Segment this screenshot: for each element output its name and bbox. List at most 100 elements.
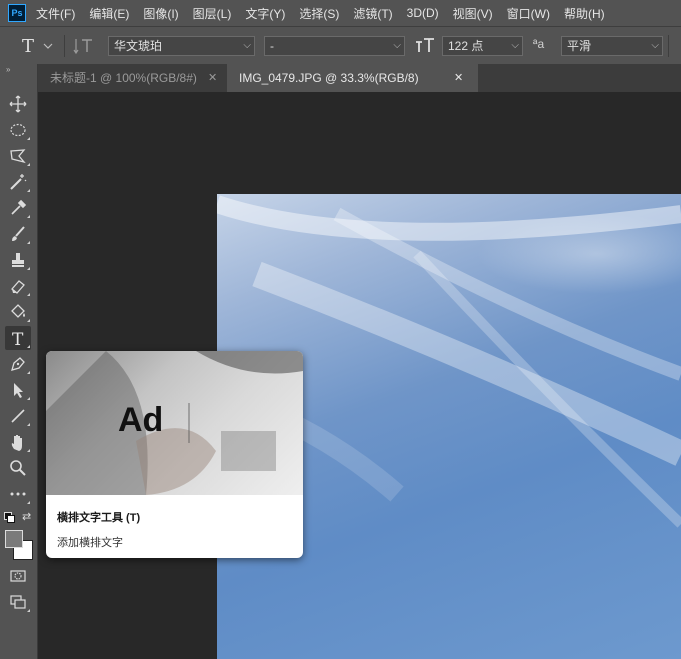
document-tab-bar: 未标题-1 @ 100%(RGB/8#) ✕ IMG_0479.JPG @ 33… (38, 64, 681, 92)
menu-type[interactable]: 文字(Y) (245, 5, 285, 22)
swap-colors-icon[interactable]: ⇄ (22, 510, 31, 523)
marquee-tool[interactable] (5, 118, 31, 142)
path-selection-tool[interactable] (5, 378, 31, 402)
tool-tooltip: Ad 横排文字工具 (T) 添加横排文字 (46, 351, 303, 558)
pen-tool[interactable] (5, 352, 31, 376)
elliptical-marquee-icon (10, 123, 26, 137)
default-colors-icon[interactable] (4, 512, 15, 523)
font-size-icon (414, 36, 436, 59)
paint-bucket-tool[interactable] (5, 300, 31, 324)
chevron-down-icon: ⌵ (651, 40, 659, 51)
line-tool[interactable] (5, 404, 31, 428)
move-icon (9, 95, 27, 113)
tooltip-title: 横排文字工具 (T) (57, 512, 141, 524)
separator (64, 35, 65, 57)
menu-view[interactable]: 视图(V) (453, 5, 493, 22)
chevron-down-icon: ⌵ (243, 40, 251, 51)
magic-wand-tool[interactable] (5, 170, 31, 194)
clone-stamp-icon (12, 253, 24, 267)
more-icon (10, 492, 26, 496)
zoom-icon (10, 460, 26, 476)
quick-mask-icon (10, 570, 26, 582)
screen-mode-icon (10, 595, 26, 609)
menu-select[interactable]: 选择(S) (299, 5, 339, 22)
more-tools-corner (27, 345, 30, 348)
stamp-tool[interactable] (5, 248, 31, 272)
more-tools-corner (27, 449, 30, 452)
eraser-icon (11, 280, 25, 294)
brush-tool[interactable] (5, 222, 31, 246)
screen-mode-button[interactable] (5, 590, 31, 614)
tools-panel: » T ⇄ (0, 64, 38, 659)
tab-label: IMG_0479.JPG @ 33.3%(RGB/8) (239, 71, 419, 85)
font-family-select[interactable]: 华文琥珀 ⌵ (108, 36, 255, 56)
menu-window[interactable]: 窗口(W) (507, 5, 550, 22)
chevron-down-icon: ⌵ (511, 40, 519, 51)
type-tool-preset-icon: T (22, 36, 53, 57)
tab-img-0479[interactable]: IMG_0479.JPG @ 33.3%(RGB/8) ✕ (227, 64, 478, 92)
close-icon[interactable]: ✕ (454, 64, 463, 92)
tooltip-sample-text: Ad (118, 401, 164, 439)
move-tool[interactable] (5, 92, 31, 116)
options-bar: T 华文琥珀 ⌵ - ⌵ 122 点 ⌵ ªa 平滑 ⌵ (0, 26, 681, 64)
hand-icon (11, 435, 22, 451)
font-size-select[interactable]: 122 点 ⌵ (442, 36, 523, 56)
hand-tool[interactable] (5, 430, 31, 454)
paint-bucket-icon (11, 304, 25, 318)
more-tools-corner (27, 163, 30, 166)
menu-bar: Ps 文件(F) 编辑(E) 图像(I) 图层(L) 文字(Y) 选择(S) 滤… (0, 0, 681, 26)
font-family-value: 华文琥珀 (114, 39, 163, 53)
quick-mask-button[interactable] (5, 564, 31, 588)
menu-layer[interactable]: 图层(L) (193, 5, 232, 22)
antialias-select[interactable]: 平滑 ⌵ (561, 36, 663, 56)
menu-help[interactable]: 帮助(H) (564, 5, 605, 22)
more-tools-corner (27, 137, 30, 140)
collapse-panel-icon[interactable]: » (6, 65, 10, 74)
path-selection-icon (14, 383, 23, 398)
more-tools-corner (27, 397, 30, 400)
tab-label: 未标题-1 @ 100%(RGB/8#) (50, 71, 197, 85)
pen-icon (11, 357, 25, 371)
tooltip-preview-image: Ad (46, 351, 303, 495)
tool-preset-picker[interactable]: T (20, 35, 56, 60)
svg-text:T: T (22, 36, 34, 57)
font-size-value: 122 点 (448, 39, 484, 53)
antialias-value: 平滑 (567, 39, 592, 53)
more-tools-corner (27, 189, 30, 192)
text-orientation-toggle[interactable] (73, 36, 97, 59)
eyedropper-tool[interactable] (5, 196, 31, 220)
menu-file[interactable]: 文件(F) (36, 5, 75, 22)
text-orientation-icon (73, 39, 92, 55)
hand-photo-illustration (46, 351, 303, 495)
more-tools-corner (27, 423, 30, 426)
photoshop-logo-icon[interactable]: Ps (8, 4, 26, 22)
chevron-down-icon: ⌵ (393, 40, 401, 51)
horizontal-type-tool[interactable]: T (5, 326, 31, 350)
font-style-value: - (270, 39, 274, 53)
svg-text:T: T (12, 330, 24, 347)
lasso-tool[interactable] (5, 144, 31, 168)
foreground-color-swatch[interactable] (5, 530, 23, 548)
more-tools-corner (27, 215, 30, 218)
more-tools-corner (27, 293, 30, 296)
font-style-select[interactable]: - ⌵ (264, 36, 405, 56)
tooltip-description: 添加横排文字 (57, 537, 123, 549)
tab-untitled-1[interactable]: 未标题-1 @ 100%(RGB/8#) ✕ (38, 64, 227, 92)
menu-filter[interactable]: 滤镜(T) (353, 5, 392, 22)
more-tools-corner (27, 267, 30, 270)
more-tools-corner (27, 609, 30, 612)
separator (668, 35, 669, 57)
menu-3d[interactable]: 3D(D) (407, 6, 439, 20)
menu-edit[interactable]: 编辑(E) (89, 5, 129, 22)
more-tools-corner (27, 501, 30, 504)
more-tools-corner (27, 241, 30, 244)
magic-wand-icon (10, 174, 27, 190)
type-tool-icon: T (12, 330, 24, 347)
zoom-tool[interactable] (5, 456, 31, 480)
eyedropper-icon (11, 199, 27, 215)
eraser-tool[interactable] (5, 274, 31, 298)
menu-image[interactable]: 图像(I) (143, 5, 178, 22)
close-icon[interactable]: ✕ (208, 64, 217, 92)
polygonal-lasso-icon (10, 149, 26, 164)
edit-toolbar-button[interactable] (5, 482, 31, 506)
